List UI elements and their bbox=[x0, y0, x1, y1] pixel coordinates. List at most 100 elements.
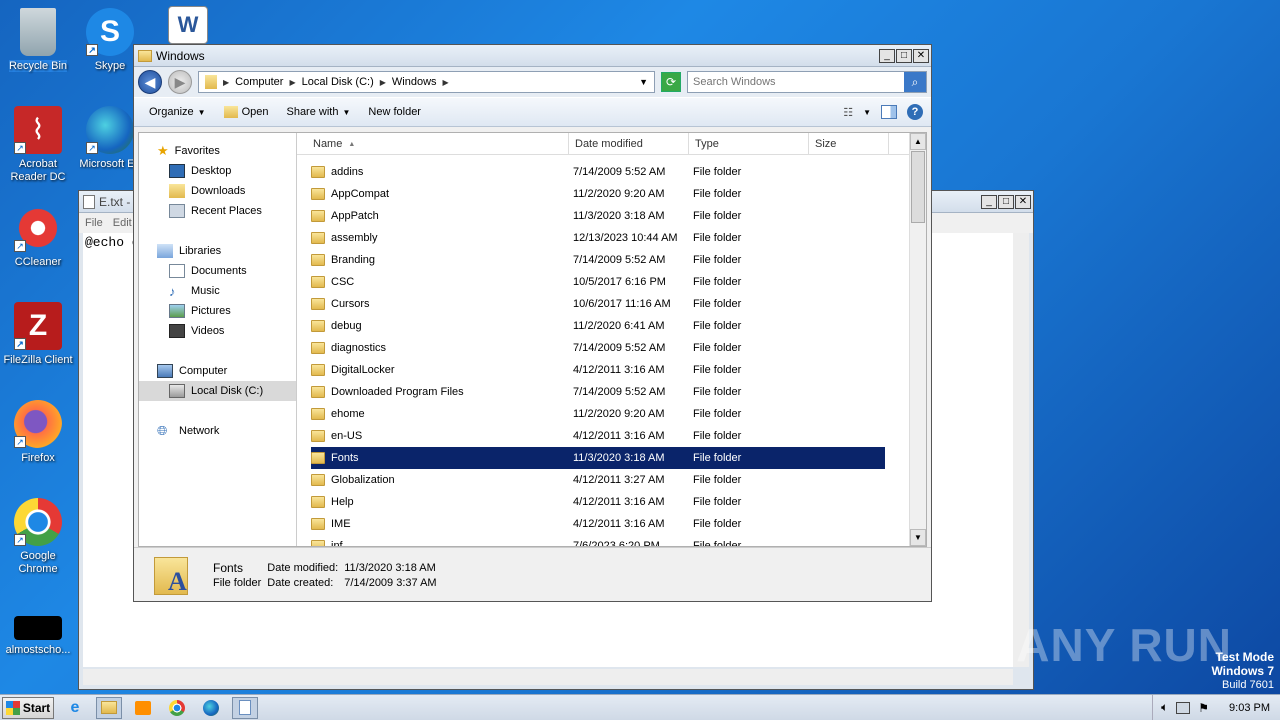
desktop-icon-chrome[interactable]: ↗ Google Chrome bbox=[0, 498, 76, 576]
menu-file[interactable]: File bbox=[85, 217, 103, 229]
view-options-icon[interactable]: ☷ bbox=[843, 106, 853, 119]
folder-icon bbox=[311, 342, 325, 354]
back-button[interactable]: ◀ bbox=[138, 70, 162, 94]
nav-downloads[interactable]: Downloads bbox=[139, 181, 296, 201]
desktop-icon-file[interactable]: almostscho... bbox=[0, 616, 76, 657]
help-icon[interactable]: ? bbox=[907, 104, 923, 120]
taskbar-edge-icon[interactable] bbox=[198, 697, 224, 719]
taskbar-notepad-icon[interactable] bbox=[232, 696, 258, 719]
search-input[interactable] bbox=[688, 76, 904, 88]
scroll-thumb[interactable] bbox=[911, 151, 925, 223]
explorer-titlebar[interactable]: Windows _ □ ✕ bbox=[134, 45, 931, 67]
nav-network[interactable]: 🌐︎ Network bbox=[139, 421, 296, 441]
chevron-down-icon[interactable]: ▼ bbox=[863, 108, 871, 117]
breadcrumb-local-disk[interactable]: Local Disk (C:) ▶ bbox=[302, 76, 386, 88]
nav-recent-places[interactable]: Recent Places bbox=[139, 201, 296, 221]
vertical-scrollbar[interactable]: ▲ ▼ bbox=[909, 133, 926, 546]
notepad-vertical-scrollbar[interactable] bbox=[1013, 233, 1029, 667]
organize-button[interactable]: Organize ▼ bbox=[142, 103, 213, 121]
file-row[interactable]: debug 11/2/2020 6:41 AM File folder bbox=[311, 315, 885, 337]
desktop-icon-word-doc[interactable]: W bbox=[150, 6, 226, 48]
file-row[interactable]: inf 7/6/2023 6:20 PM File folder bbox=[311, 535, 885, 546]
address-bar[interactable]: ▶ Computer ▶ Local Disk (C:) ▶ Windows ▶ ▼ bbox=[198, 71, 655, 93]
start-button[interactable]: Start bbox=[2, 696, 54, 719]
file-row[interactable]: ehome 11/2/2020 9:20 AM File folder bbox=[311, 403, 885, 425]
file-row[interactable]: CSC 10/5/2017 6:16 PM File folder bbox=[311, 271, 885, 293]
column-type[interactable]: Type bbox=[689, 133, 809, 155]
file-row[interactable]: AppPatch 11/3/2020 3:18 AM File folder bbox=[311, 205, 885, 227]
column-name[interactable]: Name ▲ bbox=[297, 133, 569, 155]
notepad-horizontal-scrollbar[interactable] bbox=[83, 669, 1013, 685]
desktop-icon-firefox[interactable]: ↗ Firefox bbox=[0, 400, 76, 465]
file-date-modified: 11/2/2020 9:20 AM bbox=[573, 408, 665, 420]
open-button[interactable]: Open bbox=[217, 103, 276, 121]
file-row[interactable]: Help 4/12/2011 3:16 AM File folder bbox=[311, 491, 885, 513]
new-folder-button[interactable]: New folder bbox=[361, 103, 428, 121]
maximize-button[interactable]: □ bbox=[998, 194, 1014, 209]
file-row[interactable]: DigitalLocker 4/12/2011 3:16 AM File folde… bbox=[311, 359, 885, 381]
search-box[interactable]: ⌕ bbox=[687, 71, 927, 93]
breadcrumb-computer[interactable]: Computer ▶ bbox=[235, 76, 295, 88]
file-row[interactable]: Branding 7/14/2009 5:52 AM File folder bbox=[311, 249, 885, 271]
file-type: File folder bbox=[693, 364, 742, 376]
file-date-modified: 11/3/2020 3:18 AM bbox=[573, 210, 665, 222]
file-row[interactable]: AppCompat 11/2/2020 9:20 AM File folder bbox=[311, 183, 885, 205]
taskbar-chrome-icon[interactable] bbox=[164, 697, 190, 719]
nav-documents[interactable]: Documents bbox=[139, 261, 296, 281]
maximize-button[interactable]: □ bbox=[896, 48, 912, 63]
file-row[interactable]: diagnostics 7/14/2009 5:52 AM File folder bbox=[311, 337, 885, 359]
nav-music[interactable]: ♪ Music bbox=[139, 281, 296, 301]
minimize-button[interactable]: _ bbox=[981, 194, 997, 209]
folder-icon bbox=[311, 452, 325, 464]
menu-edit[interactable]: Edit bbox=[113, 217, 132, 229]
nav-pictures[interactable]: Pictures bbox=[139, 301, 296, 321]
file-row[interactable]: IME 4/12/2011 3:16 AM File folder bbox=[311, 513, 885, 535]
network-tray-icon[interactable] bbox=[1176, 701, 1191, 714]
file-row[interactable]: en-US 4/12/2011 3:16 AM File folder bbox=[311, 425, 885, 447]
file-date-modified: 11/2/2020 6:41 AM bbox=[573, 320, 665, 332]
breadcrumb-windows[interactable]: Windows ▶ bbox=[392, 76, 449, 88]
volume-icon[interactable]: 🔈︎ bbox=[1161, 700, 1168, 715]
file-row[interactable]: Cursors 10/6/2017 11:16 AM File folder bbox=[311, 293, 885, 315]
refresh-button[interactable]: ⟳ bbox=[661, 72, 681, 92]
file-row[interactable]: Downloaded Program Files 7/14/2009 5:52 A… bbox=[311, 381, 885, 403]
file-row[interactable]: Globalization 4/12/2011 3:27 AM File folde… bbox=[311, 469, 885, 491]
close-button[interactable]: ✕ bbox=[1015, 194, 1031, 209]
file-row[interactable]: assembly 12/13/2023 10:44 AM File folder bbox=[311, 227, 885, 249]
flag-icon[interactable]: ⚑ bbox=[1198, 701, 1209, 715]
desktop-icon-recycle-bin[interactable]: Recycle Bin bbox=[0, 8, 76, 73]
taskbar-ie-icon[interactable]: e bbox=[62, 697, 88, 719]
edge-icon: ↗ bbox=[86, 106, 134, 154]
share-with-button[interactable]: Share with ▼ bbox=[279, 103, 357, 121]
nav-desktop[interactable]: Desktop bbox=[139, 161, 296, 181]
nav-libraries[interactable]: Libraries bbox=[139, 241, 296, 261]
close-button[interactable]: ✕ bbox=[913, 48, 929, 63]
chevron-right-icon[interactable]: ▶ bbox=[223, 78, 229, 87]
desktop-icon-acrobat[interactable]: ⌇ ↗ Acrobat Reader DC bbox=[0, 106, 76, 184]
nav-computer[interactable]: Computer bbox=[139, 361, 296, 381]
details-modified-value: 11/3/2020 3:18 AM bbox=[344, 561, 436, 574]
nav-favorites[interactable]: ★ Favorites bbox=[139, 141, 296, 161]
forward-button[interactable]: ▶ bbox=[168, 70, 192, 94]
taskbar-explorer-icon[interactable] bbox=[96, 696, 122, 719]
clock[interactable]: 9:03 PM bbox=[1229, 702, 1270, 714]
column-date-modified[interactable]: Date modified bbox=[569, 133, 689, 155]
column-size[interactable]: Size bbox=[809, 133, 889, 155]
file-type: File folder bbox=[693, 254, 742, 266]
chevron-down-icon[interactable]: ▼ bbox=[639, 77, 648, 87]
scroll-down-arrow[interactable]: ▼ bbox=[910, 529, 926, 546]
desktop-icon-ccleaner[interactable]: ↗ CCleaner bbox=[0, 204, 76, 269]
search-icon[interactable]: ⌕ bbox=[904, 72, 926, 92]
nav-videos[interactable]: Videos bbox=[139, 321, 296, 341]
file-row[interactable]: addins 7/14/2009 5:52 AM File folder bbox=[311, 161, 885, 183]
nav-local-disk[interactable]: Local Disk (C:) bbox=[139, 381, 296, 401]
taskbar-media-player-icon[interactable] bbox=[130, 697, 156, 719]
folder-icon bbox=[311, 254, 325, 266]
file-date-modified: 4/12/2011 3:27 AM bbox=[573, 474, 665, 486]
file-row[interactable]: Fonts 11/3/2020 3:18 AM File folder bbox=[311, 447, 885, 469]
preview-pane-icon[interactable] bbox=[881, 105, 897, 119]
desktop-icon-filezilla[interactable]: Z ↗ FileZilla Client bbox=[0, 302, 76, 367]
minimize-button[interactable]: _ bbox=[879, 48, 895, 63]
scroll-up-arrow[interactable]: ▲ bbox=[910, 133, 926, 150]
explorer-window[interactable]: Windows _ □ ✕ ◀ ▶ ▶ Computer ▶ Local Disk… bbox=[133, 44, 932, 602]
